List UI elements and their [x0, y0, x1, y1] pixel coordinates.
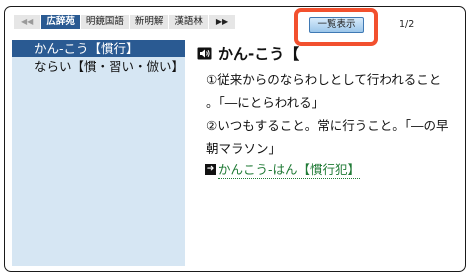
definition-line: ②いつもすること。常に行うこと。「―の早: [206, 118, 449, 133]
page-indicator: 1/2: [399, 19, 415, 30]
definition-line: 。「―にとらわれる」: [206, 95, 325, 110]
entry-content: かん‐こう【 ①従来からのならわしとして行われること 。「―にとらわれる」 ②い…: [191, 40, 463, 266]
list-view-button[interactable]: 一覧表示: [309, 17, 364, 33]
tab-meikyo[interactable]: 明鏡国語: [80, 15, 130, 29]
arrow-right-icon: ➜: [205, 163, 216, 175]
dictionary-tab-bar: ◀◀ 広辞苑 明鏡国語 新明解 漢語林 ▶▶: [14, 15, 237, 29]
tab-next-button[interactable]: ▶▶: [208, 15, 237, 29]
cross-reference-row: ➜ かんこう‐はん【慣行犯】: [205, 159, 361, 179]
speaker-icon[interactable]: [197, 47, 212, 60]
tab-kojien[interactable]: 広辞苑: [41, 15, 81, 29]
sidebar-item-kankou[interactable]: かん‐こう【慣行】: [12, 40, 185, 57]
dictionary-screen: ◀◀ 広辞苑 明鏡国語 新明解 漢語林 ▶▶ 一覧表示 1/2 かん‐こう【慣行…: [4, 6, 466, 272]
headword: かん‐こう【: [218, 44, 300, 63]
tab-shinmeikai[interactable]: 新明解: [129, 15, 170, 29]
sidebar-item-narai[interactable]: ならい【慣・習い・倣い】: [12, 58, 185, 75]
tab-kangorin[interactable]: 漢語林: [169, 15, 209, 29]
result-list-sidebar: かん‐こう【慣行】 ならい【慣・習い・倣い】: [12, 40, 185, 266]
tab-prev-button[interactable]: ◀◀: [14, 15, 42, 29]
cross-reference-link[interactable]: かんこう‐はん【慣行犯】: [218, 159, 361, 179]
definition-line: ①従来からのならわしとして行われること: [206, 72, 442, 87]
definition-line: 朝マラソン」: [206, 141, 282, 156]
headword-row: かん‐こう【: [197, 44, 300, 63]
